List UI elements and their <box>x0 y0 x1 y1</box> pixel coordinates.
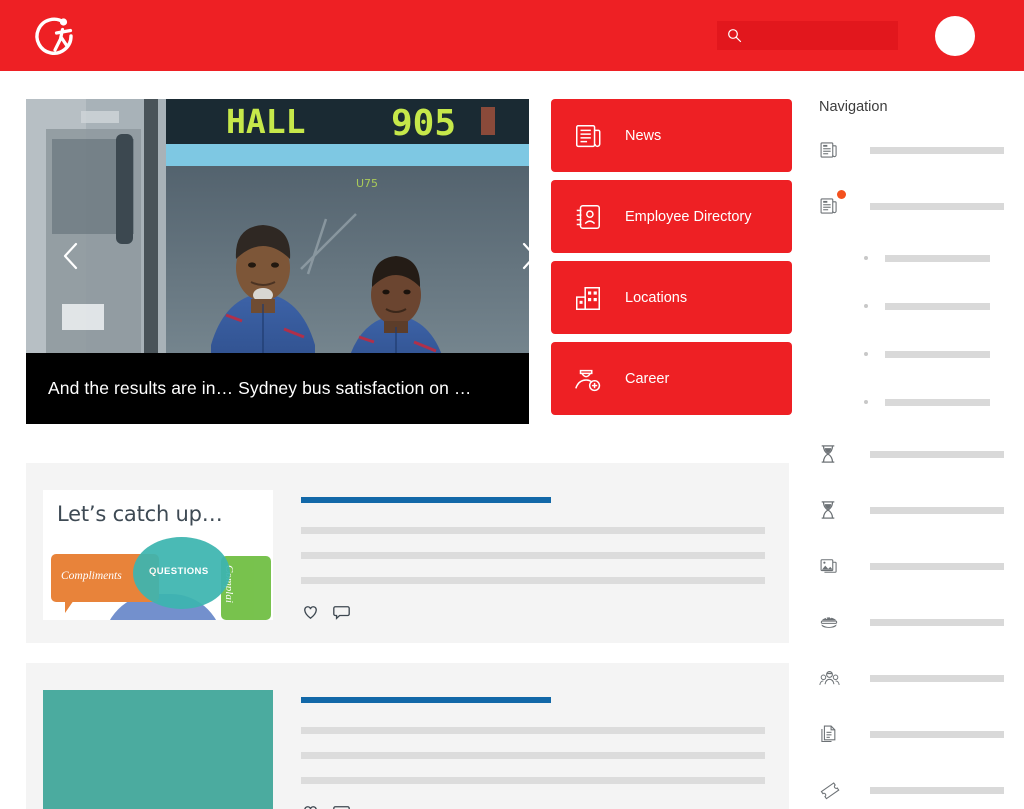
quicklink-employee-directory[interactable]: Employee Directory <box>551 180 792 253</box>
nav-label-placeholder <box>870 786 1004 794</box>
nav-subitem[interactable] <box>819 298 1004 314</box>
nav-item-gallery[interactable] <box>819 554 1004 578</box>
speech-bubble-questions: QUESTIONS <box>133 537 230 609</box>
gallery-image-icon <box>819 556 847 576</box>
quicklink-career[interactable]: Career <box>551 342 792 415</box>
feed-text-placeholder <box>301 752 765 759</box>
carousel-next-button[interactable] <box>514 241 529 271</box>
bullet-icon <box>864 352 868 356</box>
feed-actions <box>301 602 789 621</box>
comment-icon[interactable] <box>332 602 351 621</box>
feed-thumbnail[interactable]: Let’s catch up… Compliments Complai QUES… <box>43 490 273 620</box>
career-person-icon <box>551 364 625 394</box>
feed-title-placeholder <box>301 497 551 503</box>
nav-label-placeholder <box>870 562 1004 570</box>
news-document-icon <box>819 196 847 216</box>
quicklink-label: Career <box>625 370 670 387</box>
nav-label-placeholder <box>870 146 1004 154</box>
app-header <box>0 0 1024 71</box>
nav-item-tickets[interactable] <box>819 778 1004 802</box>
hourglass-icon <box>819 500 847 520</box>
carousel-caption[interactable]: And the results are in… Sydney bus satis… <box>26 353 529 424</box>
bullet-icon <box>864 400 868 404</box>
nav-item-hourglass-1[interactable] <box>819 442 1004 466</box>
nav-label-placeholder <box>870 730 1004 738</box>
nav-subitem[interactable] <box>819 250 1004 266</box>
feed-body <box>301 490 789 643</box>
building-icon <box>551 283 625 313</box>
nav-label-placeholder <box>870 618 1004 626</box>
feed-text-placeholder <box>301 577 765 584</box>
search-box[interactable] <box>717 21 934 50</box>
nav-label-placeholder <box>885 350 990 358</box>
news-document-icon <box>819 140 847 160</box>
quick-links: News Employee Directory Locations Career <box>551 99 792 423</box>
navigation-panel: Navigation <box>819 99 1004 802</box>
bullet-icon <box>864 256 868 260</box>
svg-text:U75: U75 <box>356 177 378 190</box>
notification-badge <box>837 190 846 199</box>
bubble-label: QUESTIONS <box>149 566 209 577</box>
activity-feed: Let’s catch up… Compliments Complai QUES… <box>26 463 789 809</box>
catchup-title: Let’s catch up… <box>57 502 223 526</box>
quicklink-label: Locations <box>625 289 688 306</box>
company-logo[interactable] <box>33 13 81 59</box>
nav-item-documents[interactable] <box>819 722 1004 746</box>
nav-subitem[interactable] <box>819 394 1004 410</box>
navigation-heading: Navigation <box>819 99 888 115</box>
ticket-tag-icon <box>819 780 847 800</box>
heart-icon[interactable] <box>301 602 320 621</box>
feed-text-placeholder <box>301 552 765 559</box>
feed-text-placeholder <box>301 777 765 784</box>
nav-label-placeholder <box>870 202 1004 210</box>
feed-title-placeholder <box>301 697 551 703</box>
svg-text:905: 905 <box>391 103 456 144</box>
nav-item-news[interactable] <box>819 138 1004 162</box>
bubble-label: Compliments <box>61 570 122 582</box>
quicklink-locations[interactable]: Locations <box>551 261 792 334</box>
people-team-icon <box>819 669 847 688</box>
nav-item-hourglass-2[interactable] <box>819 498 1004 522</box>
svg-text:HALL: HALL <box>226 102 305 141</box>
feed-card[interactable] <box>26 663 789 809</box>
quicklink-label: News <box>625 127 662 144</box>
feed-text-placeholder <box>301 727 765 734</box>
nav-label-placeholder <box>885 302 990 310</box>
nav-item-people[interactable] <box>819 666 1004 690</box>
feed-actions <box>301 802 789 809</box>
feed-card[interactable]: Let’s catch up… Compliments Complai QUES… <box>26 463 789 643</box>
page-body: HALL 905 U75 And the results are in… Syd… <box>0 71 1024 809</box>
user-avatar[interactable] <box>935 16 975 56</box>
burger-food-icon <box>819 613 847 631</box>
feed-text-placeholder <box>301 527 765 534</box>
address-book-icon <box>551 202 625 232</box>
search-icon <box>727 28 742 43</box>
hourglass-icon <box>819 444 847 464</box>
nav-label-placeholder <box>870 674 1004 682</box>
heart-icon[interactable] <box>301 802 320 809</box>
nav-item-news-alerts[interactable] <box>819 190 1004 218</box>
quicklink-news[interactable]: News <box>551 99 792 172</box>
carousel-prev-button[interactable] <box>56 241 86 271</box>
search-input[interactable] <box>742 21 934 50</box>
nav-item-canteen[interactable] <box>819 610 1004 634</box>
documents-icon <box>819 724 847 744</box>
quicklink-label: Employee Directory <box>625 208 752 225</box>
nav-label-placeholder <box>885 398 990 406</box>
news-icon <box>551 121 625 151</box>
nav-label-placeholder <box>870 450 1004 458</box>
hero-carousel[interactable]: HALL 905 U75 And the results are in… Syd… <box>26 99 529 424</box>
carousel-caption-text: And the results are in… Sydney bus satis… <box>48 378 472 398</box>
feed-body <box>301 690 789 809</box>
feed-thumbnail[interactable] <box>43 690 273 809</box>
nav-label-placeholder <box>885 254 990 262</box>
comment-icon[interactable] <box>332 802 351 809</box>
bullet-icon <box>864 304 868 308</box>
nav-subitem[interactable] <box>819 346 1004 362</box>
nav-label-placeholder <box>870 506 1004 514</box>
